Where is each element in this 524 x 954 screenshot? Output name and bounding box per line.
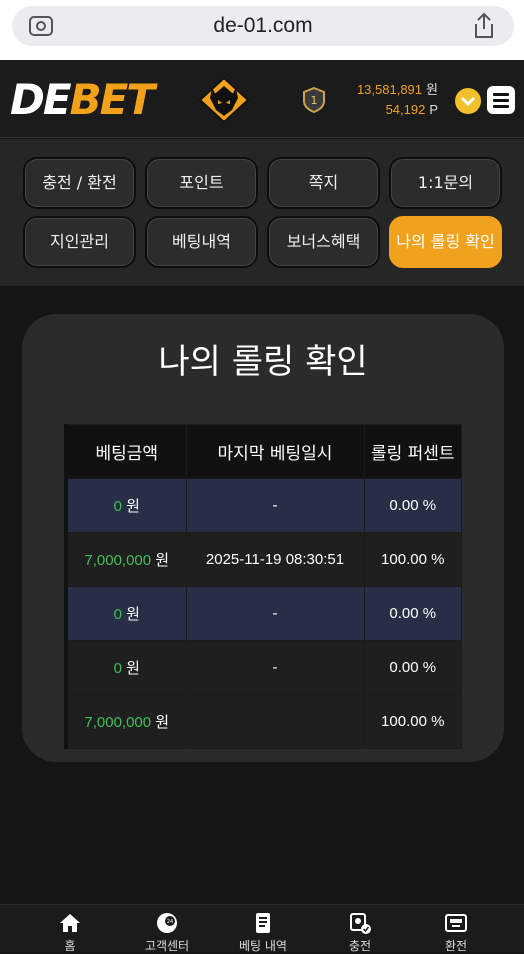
rolling-table: 베팅금액 마지막 베팅일시 롤링 퍼센트 0 원 - 0.00 % 7,000,… <box>64 424 462 749</box>
amount-unit: 원 <box>126 498 140 515</box>
table-row: 0 원 - 0.00 % <box>64 640 462 695</box>
amount-cell: 0 원 <box>64 586 187 641</box>
nav-label: 베팅 내역 <box>239 939 287 953</box>
account-tabs: 충전 / 환전 포인트 쪽지 1:1문의 지인관리 베팅내역 보너스혜택 나의 … <box>0 139 524 286</box>
amount-cell: 7,000,000 원 <box>64 694 187 749</box>
date-cell: 2025-11-19 08:30:51 <box>185 532 365 587</box>
amount-value: 7,000,000 <box>84 552 152 569</box>
percent-cell: 0.00 % <box>363 478 462 533</box>
page-title: 나의 롤링 확인 <box>158 342 368 382</box>
tab-referrals[interactable]: 지인관리 <box>23 216 136 268</box>
amount-value: 0 <box>113 498 122 515</box>
nav-label: 환전 <box>444 939 468 953</box>
percent-cell: 100.00 % <box>363 532 462 587</box>
wallet-info: 13,581,891 원 54,192 P <box>357 80 438 120</box>
amount-cell: 7,000,000 원 <box>64 532 187 587</box>
points-value: 54,192 <box>385 102 426 117</box>
nav-label: 고객센터 <box>144 939 190 953</box>
date-cell: - <box>185 640 365 695</box>
nav-support[interactable]: 24 고객센터 <box>117 905 217 953</box>
tab-points[interactable]: 포인트 <box>145 157 258 209</box>
table-row: 0 원 - 0.00 % <box>64 478 462 533</box>
svg-text:24: 24 <box>167 919 173 925</box>
site-logo[interactable]: DE BET <box>10 74 155 124</box>
address-field[interactable]: de-01.com <box>12 6 514 46</box>
amount-unit: 원 <box>126 606 140 623</box>
column-header-last-bet-date: 마지막 베팅일시 <box>185 424 365 479</box>
wolf-emblem-icon <box>198 76 250 124</box>
tab-inquiry[interactable]: 1:1문의 <box>389 157 502 209</box>
balance-value: 13,581,891 <box>356 82 423 97</box>
tab-deposit-withdraw[interactable]: 충전 / 환전 <box>23 157 136 209</box>
amount-value: 7,000,000 <box>84 714 152 731</box>
betting-history-icon <box>256 913 270 933</box>
chevron-down-icon[interactable] <box>455 88 481 114</box>
amount-unit: 원 <box>126 660 140 677</box>
tab-betting-history[interactable]: 베팅내역 <box>145 216 258 268</box>
column-header-amount: 베팅금액 <box>64 424 187 479</box>
svg-text:1: 1 <box>311 94 318 107</box>
nav-home[interactable]: 홈 <box>20 905 120 953</box>
share-icon[interactable] <box>472 12 496 40</box>
percent-cell: 0.00 % <box>363 586 462 641</box>
site-header: DE BET 1 13,581,891 원 54,192 P <box>0 60 524 138</box>
column-header-rolling-percent: 롤링 퍼센트 <box>363 424 462 479</box>
amount-unit: 원 <box>155 714 170 731</box>
tab-bonus[interactable]: 보너스혜택 <box>267 216 380 268</box>
percent-cell: 0.00 % <box>363 640 462 695</box>
tab-my-rolling[interactable]: 나의 롤링 확인 <box>389 216 502 268</box>
browser-url-bar: de-01.com <box>0 0 524 60</box>
withdraw-icon <box>445 914 467 932</box>
rolling-card: 나의 롤링 확인 베팅금액 마지막 베팅일시 롤링 퍼센트 0 원 - 0.00… <box>22 314 504 762</box>
main-content: 나의 롤링 확인 베팅금액 마지막 베팅일시 롤링 퍼센트 0 원 - 0.00… <box>0 286 524 904</box>
balance-unit: 원 <box>426 82 438 97</box>
nav-deposit[interactable]: 충전 <box>310 905 410 953</box>
nav-withdraw[interactable]: 환전 <box>406 905 506 953</box>
rank-badge-icon: 1 <box>303 87 325 113</box>
nav-label: 홈 <box>64 939 76 953</box>
amount-value: 0 <box>113 606 122 623</box>
home-icon <box>60 914 80 932</box>
hamburger-menu-icon[interactable] <box>487 86 515 114</box>
nav-betting-history[interactable]: 베팅 내역 <box>213 905 313 953</box>
bottom-nav: 홈 24 고객센터 베팅 내역 충전 환전 <box>0 904 524 953</box>
table-row: 0 원 - 0.00 % <box>64 586 462 641</box>
percent-cell: 100.00 % <box>363 694 462 749</box>
amount-unit: 원 <box>155 552 170 569</box>
date-cell: - <box>185 478 365 533</box>
amount-cell: 0 원 <box>64 478 187 533</box>
nav-label: 충전 <box>348 939 372 953</box>
url-text[interactable]: de-01.com <box>12 6 514 46</box>
deposit-icon <box>350 913 371 934</box>
date-cell <box>185 694 365 749</box>
table-row: 7,000,000 원 2025-11-19 08:30:51 100.00 % <box>64 532 462 587</box>
tab-messages[interactable]: 쪽지 <box>267 157 380 209</box>
table-row: 7,000,000 원 100.00 % <box>64 694 462 749</box>
logo-bet: BET <box>69 74 155 124</box>
points-unit: P <box>429 102 438 117</box>
logo-de: DE <box>10 74 72 124</box>
date-cell: - <box>185 586 365 641</box>
amount-value: 0 <box>113 660 122 677</box>
support-icon: 24 <box>157 913 177 933</box>
amount-cell: 0 원 <box>64 640 187 695</box>
